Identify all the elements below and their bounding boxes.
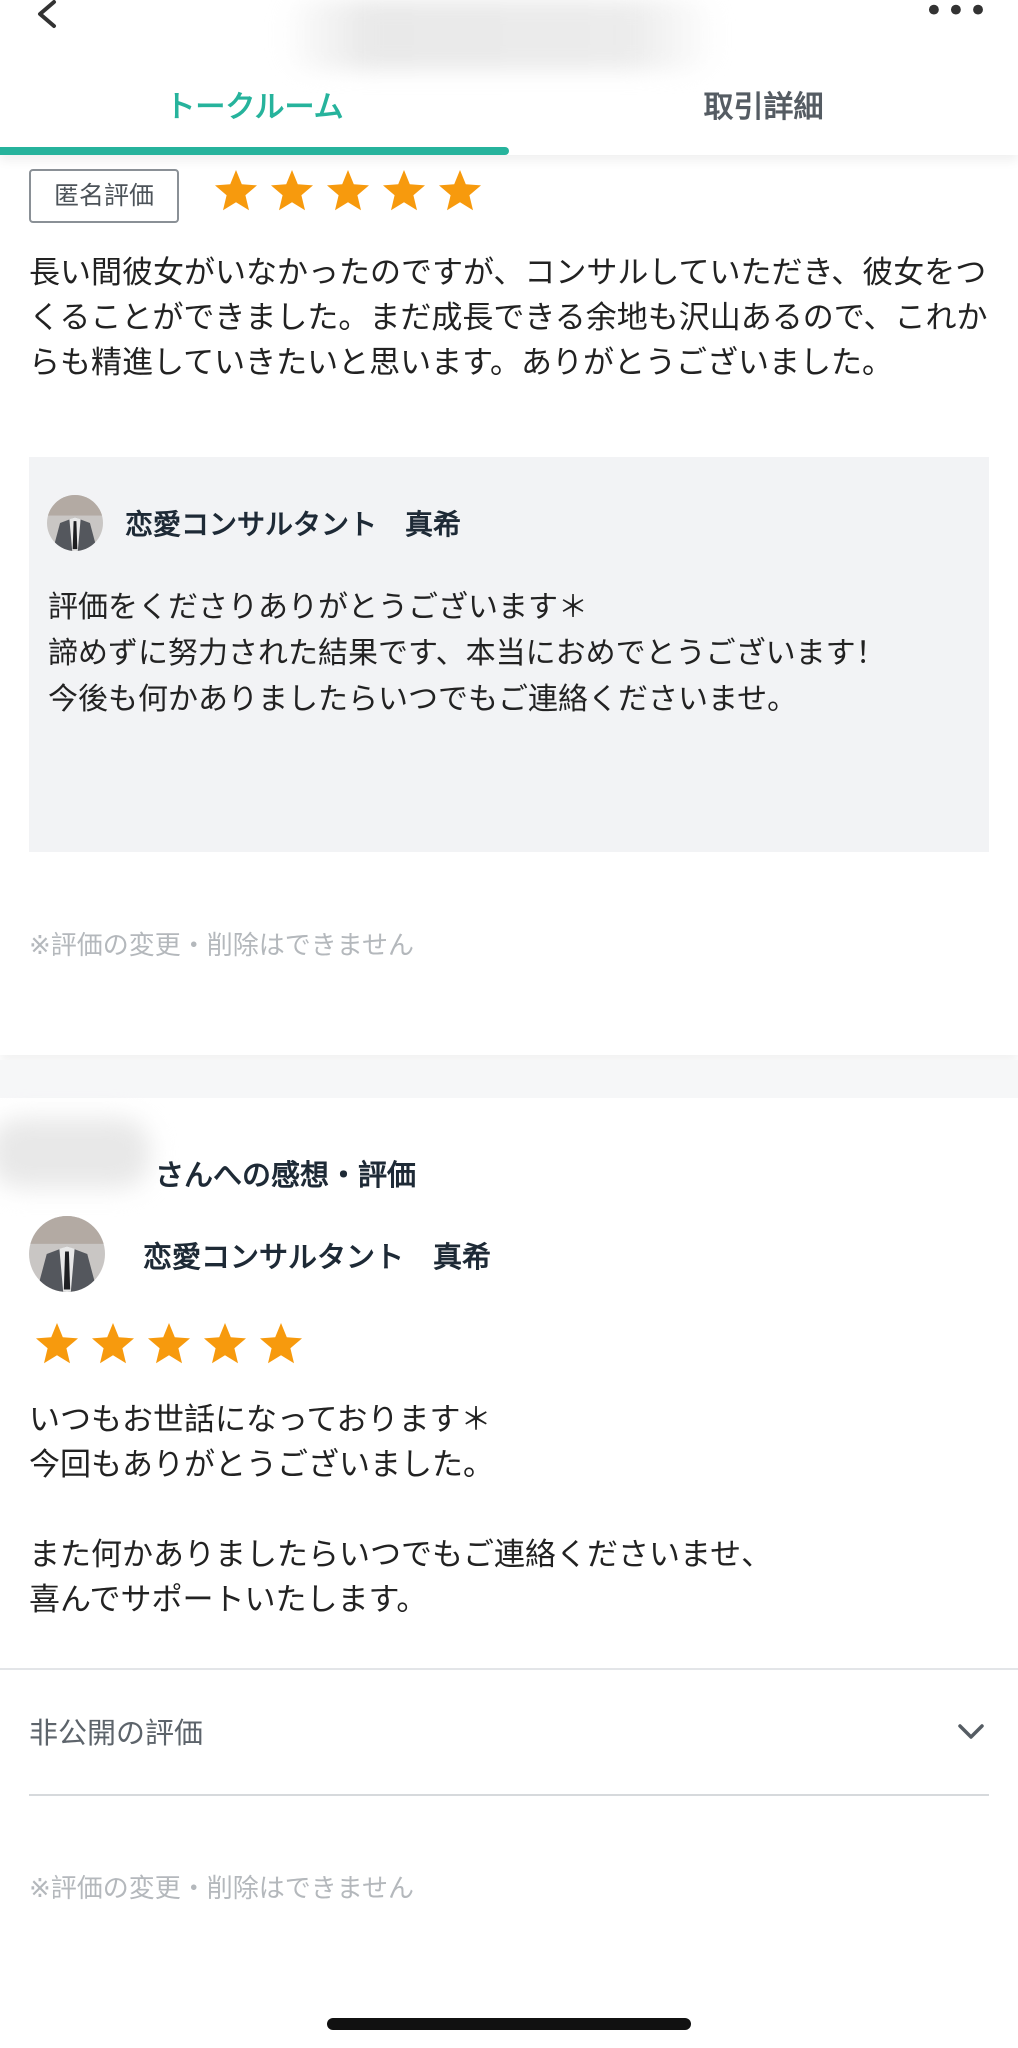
seller-name: 恋愛コンサルタント 真希 xyxy=(143,1240,492,1274)
star-icon xyxy=(92,1323,134,1364)
avatar[interactable] xyxy=(29,1216,105,1292)
section-divider xyxy=(0,1060,1018,1098)
top-navigation: ••• トークルーム 取引詳細 xyxy=(0,0,1018,155)
anonymous-badge: 匿名評価 xyxy=(29,169,179,223)
seller-review-section: さんへの感想・評価 恋愛コンサルタント 真希 いつもお世話になっております＊ 今… xyxy=(0,1098,1018,2048)
avatar[interactable] xyxy=(47,495,103,551)
review-edit-note: ※評価の変更・削除はできません xyxy=(29,1874,415,1904)
review-text: 長い間彼女がいなかったのですが、コンサルしていただき、彼女をつくることができまし… xyxy=(29,255,988,381)
divider xyxy=(29,1794,989,1796)
seller-star-rating xyxy=(33,1320,305,1368)
seller-reply-box: 恋愛コンサルタント 真希 評価をくださりありがとうございます＊ 諦めずに努力され… xyxy=(29,457,989,852)
tab-talk-room[interactable]: トークルーム xyxy=(0,82,509,126)
back-chevron-icon[interactable] xyxy=(30,0,66,36)
chevron-down-icon[interactable] xyxy=(954,1714,988,1748)
blurred-title xyxy=(280,0,720,70)
active-tab-indicator xyxy=(0,147,509,155)
reply-text: 評価をくださりありがとうございます＊ 諦めずに努力された結果です、本当におめでと… xyxy=(48,590,886,717)
star-icon xyxy=(148,1323,190,1364)
review-edit-note: ※評価の変更・削除はできません xyxy=(29,931,415,961)
seller-review-heading: さんへの感想・評価 xyxy=(155,1158,417,1192)
star-icon xyxy=(36,1323,78,1364)
buyer-review-section: 匿名評価 長い間彼女がいなかったのですが、コンサルしていただき、彼女をつくること… xyxy=(0,155,1018,1055)
seller-review-text: いつもお世話になっております＊ 今回もありがとうございました。 また何かありまし… xyxy=(29,1402,773,1618)
tab-transaction-details[interactable]: 取引詳細 xyxy=(509,82,1018,126)
star-icon xyxy=(327,170,369,211)
private-review-toggle[interactable]: 非公開の評価 xyxy=(0,1670,1018,1794)
reply-author-name: 恋愛コンサルタント 真希 xyxy=(125,508,462,541)
home-indicator[interactable] xyxy=(327,2018,691,2030)
review-star-rating xyxy=(212,167,484,215)
star-icon xyxy=(260,1323,302,1364)
star-icon xyxy=(271,170,313,211)
more-options-icon[interactable]: ••• xyxy=(924,0,990,28)
star-icon xyxy=(439,170,481,211)
star-icon xyxy=(215,170,257,211)
private-review-label: 非公開の評価 xyxy=(29,1716,204,1750)
star-icon xyxy=(383,170,425,211)
blurred-username xyxy=(0,1118,150,1188)
star-icon xyxy=(204,1323,246,1364)
